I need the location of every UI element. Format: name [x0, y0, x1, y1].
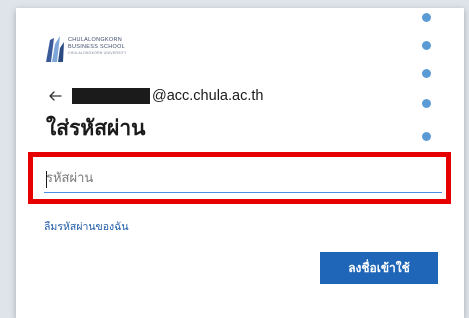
redacted-username: [72, 88, 150, 104]
logo-subtitle: CHULALONGKORN UNIVERSITY: [68, 51, 127, 55]
email-suffix: @acc.chula.ac.th: [152, 88, 264, 104]
dot-icon: [422, 41, 431, 50]
dot-icon: [422, 69, 431, 78]
account-identity: @acc.chula.ac.th: [48, 86, 263, 106]
password-input[interactable]: [44, 165, 442, 193]
dot-icon: [422, 99, 431, 108]
arrow-left-icon[interactable]: [48, 89, 62, 103]
chula-business-school-logo: CHULALONGKORN BUSINESS SCHOOL CHULALONGK…: [44, 34, 154, 68]
forgot-password-link[interactable]: ลืมรหัสผ่านของฉัน: [44, 218, 129, 235]
dot-icon: [422, 13, 431, 22]
chula-pillar-logo-icon: [46, 36, 64, 62]
logo-name: CHULALONGKORN BUSINESS SCHOOL: [68, 37, 126, 50]
page-title: ใส่รหัสผ่าน: [46, 116, 146, 140]
decorative-dots: [420, 10, 434, 150]
signin-button[interactable]: ลงชื่อเข้าใช้: [320, 252, 438, 284]
dot-icon: [422, 132, 431, 141]
text-caret: [46, 171, 47, 188]
